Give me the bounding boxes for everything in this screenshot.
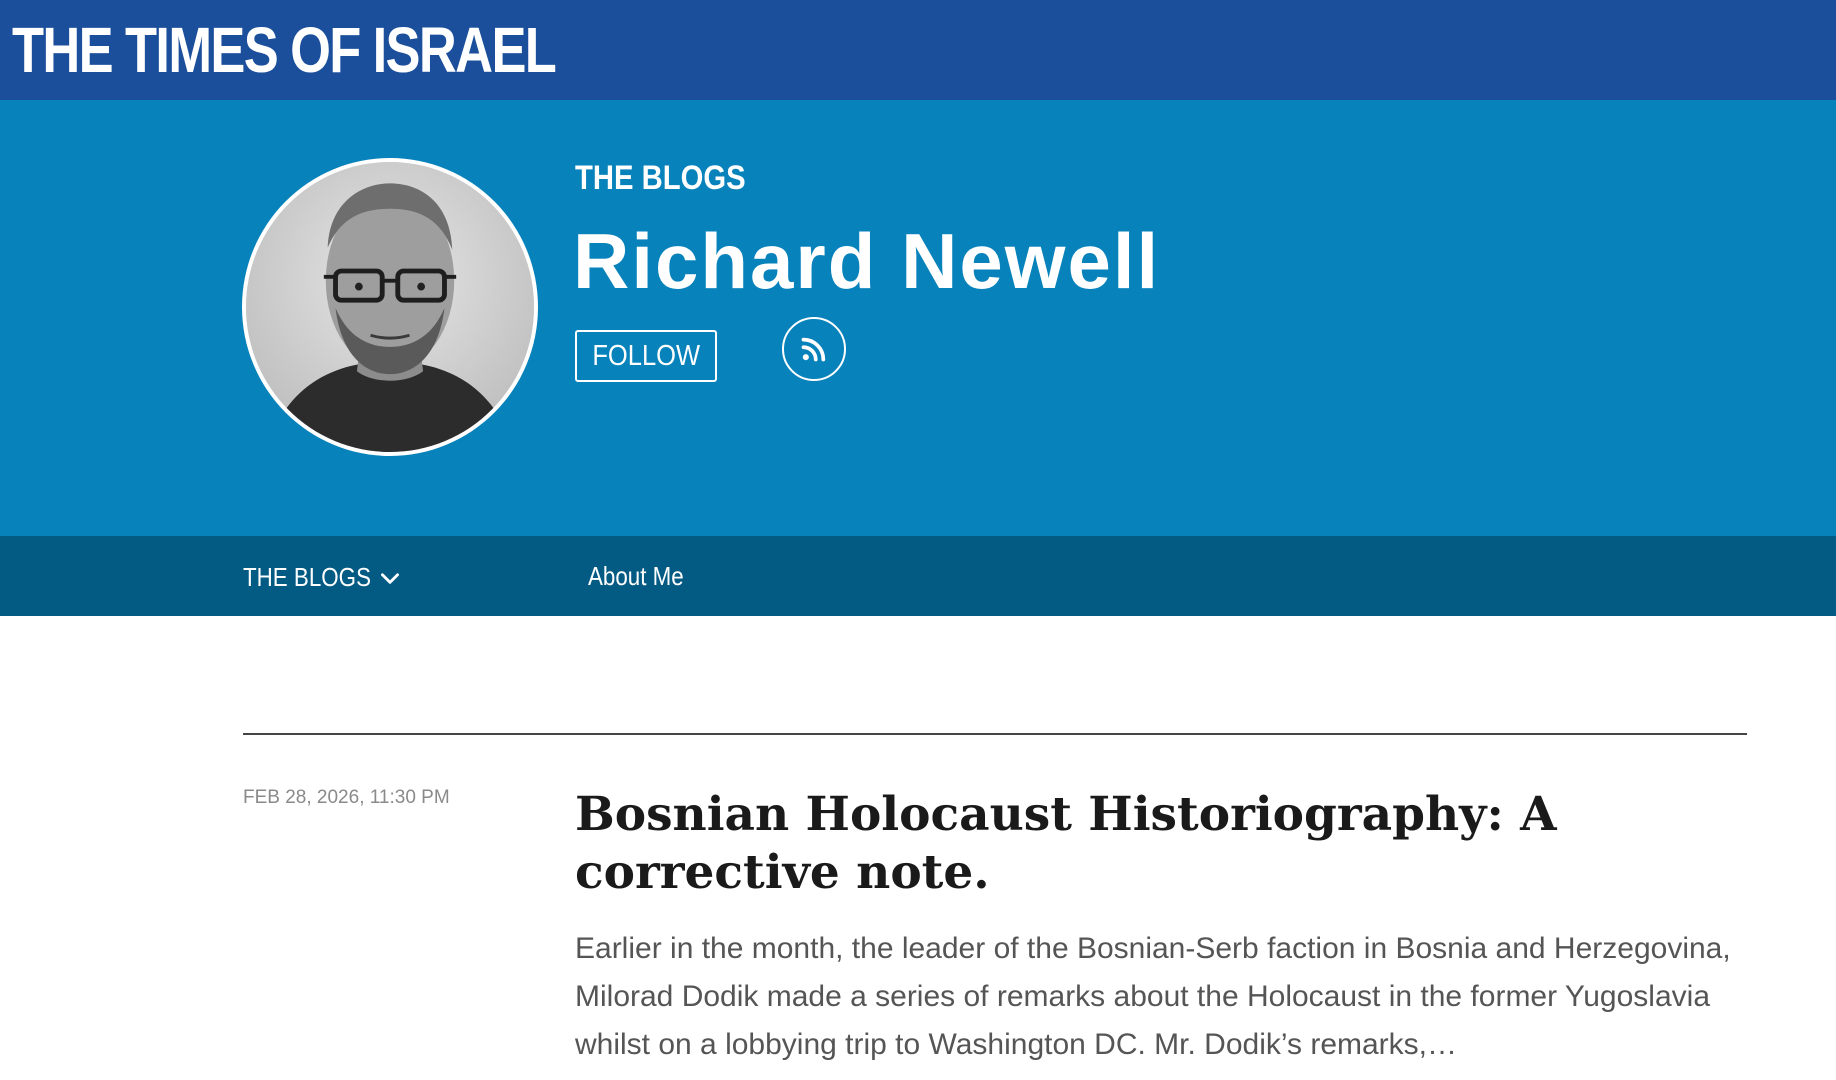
author-name: Richard Newell — [573, 217, 1161, 305]
post-title-link[interactable]: Bosnian Holocaust Historiography: A corr… — [575, 786, 1750, 902]
post-date: FEB 28, 2026, 11:30 PM — [243, 787, 450, 808]
section-divider — [243, 733, 1747, 735]
author-photo — [246, 162, 534, 452]
follow-button[interactable]: FOLLOW — [575, 330, 717, 382]
nav-about-me-link[interactable]: About Me — [588, 559, 684, 593]
top-brand-bar: THE TIMES OF ISRAEL — [0, 0, 1836, 100]
site-logo[interactable]: THE TIMES OF ISRAEL — [12, 14, 557, 86]
blog-subnav: THE BLOGS About Me — [0, 536, 1836, 616]
section-label: THE BLOGS — [575, 159, 746, 197]
rss-button[interactable] — [782, 317, 846, 381]
post-excerpt: Earlier in the month, the leader of the … — [575, 932, 1731, 1061]
author-avatar — [242, 158, 538, 456]
chevron-down-icon — [381, 573, 399, 584]
author-hero: THE BLOGS Richard Newell FOLLOW — [0, 100, 1836, 536]
rss-icon — [801, 337, 826, 362]
nav-the-blogs-label: THE BLOGS — [243, 562, 371, 592]
follow-label: FOLLOW — [592, 340, 700, 372]
nav-the-blogs-dropdown[interactable]: THE BLOGS — [243, 560, 399, 594]
